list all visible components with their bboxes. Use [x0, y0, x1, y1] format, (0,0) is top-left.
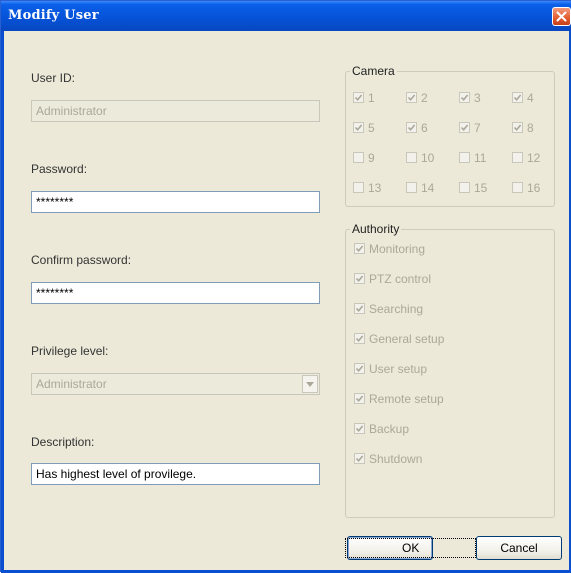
authority-checkbox-user-setup[interactable]: User setup [354, 362, 427, 376]
checkbox-unchecked-icon [459, 182, 470, 193]
checkbox-checked-icon [353, 122, 364, 133]
camera-checkbox-2[interactable]: 2 [406, 91, 428, 105]
cancel-button[interactable]: Cancel [476, 536, 562, 560]
authority-checkbox-monitoring[interactable]: Monitoring [354, 242, 425, 256]
camera-checkbox-label: 5 [368, 121, 375, 135]
camera-checkbox-label: 2 [421, 91, 428, 105]
checkbox-checked-icon [354, 423, 365, 434]
authority-checkbox-searching[interactable]: Searching [354, 302, 423, 316]
description-field[interactable]: Has highest level of provilege. [31, 463, 320, 485]
ok-button[interactable]: OK [344, 536, 477, 560]
camera-checkbox-label: 3 [474, 91, 481, 105]
authority-checkbox-general-setup[interactable]: General setup [354, 332, 444, 346]
camera-checkbox-3[interactable]: 3 [459, 91, 481, 105]
privilege-level-label: Privilege level: [31, 344, 109, 358]
checkbox-checked-icon [459, 122, 470, 133]
camera-checkbox-label: 11 [474, 151, 487, 165]
authority-checkbox-label: Remote setup [369, 392, 444, 406]
camera-checkbox-label: 7 [474, 121, 481, 135]
confirm-password-field[interactable]: ******** [31, 282, 320, 304]
authority-checkbox-ptz-control[interactable]: PTZ control [354, 272, 431, 286]
authority-checkbox-label: Shutdown [369, 452, 423, 466]
checkbox-checked-icon [353, 92, 364, 103]
authority-checkbox-label: General setup [369, 332, 445, 346]
privilege-level-value: Administrator [36, 377, 107, 391]
camera-checkbox-label: 13 [368, 181, 382, 195]
checkbox-checked-icon [406, 92, 417, 103]
password-label: Password: [31, 162, 88, 176]
confirm-password-label: Confirm password: [31, 253, 132, 267]
camera-checkbox-label: 12 [527, 151, 541, 165]
ok-button-label: OK [344, 538, 477, 558]
camera-checkbox-label: 1 [368, 91, 375, 105]
authority-checkbox-backup[interactable]: Backup [354, 422, 409, 436]
cancel-button-label: Cancel [500, 541, 538, 555]
authority-checkbox-label: User setup [369, 362, 428, 376]
authority-checkbox-label: Backup [369, 422, 410, 436]
authority-checkbox-label: Searching [369, 302, 424, 316]
camera-checkbox-12[interactable]: 12 [512, 151, 540, 165]
authority-checkbox-label: PTZ control [369, 272, 432, 286]
camera-checkbox-label: 8 [527, 121, 534, 135]
camera-checkbox-14[interactable]: 14 [406, 181, 434, 195]
camera-checkbox-9[interactable]: 9 [353, 151, 375, 165]
checkbox-unchecked-icon [353, 182, 364, 193]
camera-checkbox-1[interactable]: 1 [353, 91, 375, 105]
authority-group-title: Authority [350, 222, 402, 236]
checkbox-checked-icon [354, 333, 365, 344]
camera-checkbox-label: 9 [368, 151, 375, 165]
checkbox-checked-icon [354, 363, 365, 374]
checkbox-unchecked-icon [353, 152, 364, 163]
camera-checkbox-15[interactable]: 15 [459, 181, 487, 195]
camera-checkbox-4[interactable]: 4 [512, 91, 534, 105]
window-title: Modify User [8, 8, 99, 23]
checkbox-unchecked-icon [459, 152, 470, 163]
window-frame-left [1, 31, 4, 573]
description-label: Description: [31, 435, 95, 449]
camera-checkbox-5[interactable]: 5 [353, 121, 375, 135]
camera-checkbox-label: 16 [527, 181, 541, 195]
checkbox-checked-icon [354, 303, 365, 314]
camera-checkbox-13[interactable]: 13 [353, 181, 381, 195]
camera-checkbox-8[interactable]: 8 [512, 121, 534, 135]
camera-checkbox-label: 15 [474, 181, 488, 195]
checkbox-unchecked-icon [406, 152, 417, 163]
title-bar[interactable]: Modify User [1, 1, 571, 31]
checkbox-checked-icon [354, 453, 365, 464]
checkbox-checked-icon [406, 122, 417, 133]
user-id-field[interactable]: Administrator [31, 100, 320, 122]
checkbox-checked-icon [512, 92, 523, 103]
authority-checkbox-remote-setup[interactable]: Remote setup [354, 392, 444, 406]
camera-checkbox-16[interactable]: 16 [512, 181, 540, 195]
checkbox-checked-icon [459, 92, 470, 103]
camera-checkbox-label: 10 [421, 151, 435, 165]
camera-checkbox-7[interactable]: 7 [459, 121, 481, 135]
dropdown-arrow-button[interactable] [302, 375, 318, 393]
authority-checkbox-label: Monitoring [369, 242, 426, 256]
camera-checkbox-11[interactable]: 11 [459, 151, 486, 165]
checkbox-checked-icon [354, 273, 365, 284]
camera-checkbox-label: 4 [527, 91, 534, 105]
user-id-label: User ID: [31, 71, 76, 85]
camera-checkbox-10[interactable]: 10 [406, 151, 434, 165]
checkbox-checked-icon [512, 122, 523, 133]
camera-checkbox-label: 14 [421, 181, 435, 195]
modify-user-dialog: Modify User User ID: Administrator Passw… [0, 0, 571, 573]
checkbox-checked-icon [354, 393, 365, 404]
camera-group-title: Camera [350, 64, 397, 78]
privilege-level-select[interactable]: Administrator [31, 373, 320, 395]
checkbox-unchecked-icon [406, 182, 417, 193]
checkbox-unchecked-icon [512, 152, 523, 163]
close-button[interactable] [552, 7, 571, 26]
checkbox-checked-icon [354, 243, 365, 254]
password-field[interactable]: ******** [31, 191, 320, 213]
camera-checkbox-label: 6 [421, 121, 428, 135]
checkbox-unchecked-icon [512, 182, 523, 193]
authority-checkbox-shutdown[interactable]: Shutdown [354, 452, 422, 466]
camera-checkbox-6[interactable]: 6 [406, 121, 428, 135]
